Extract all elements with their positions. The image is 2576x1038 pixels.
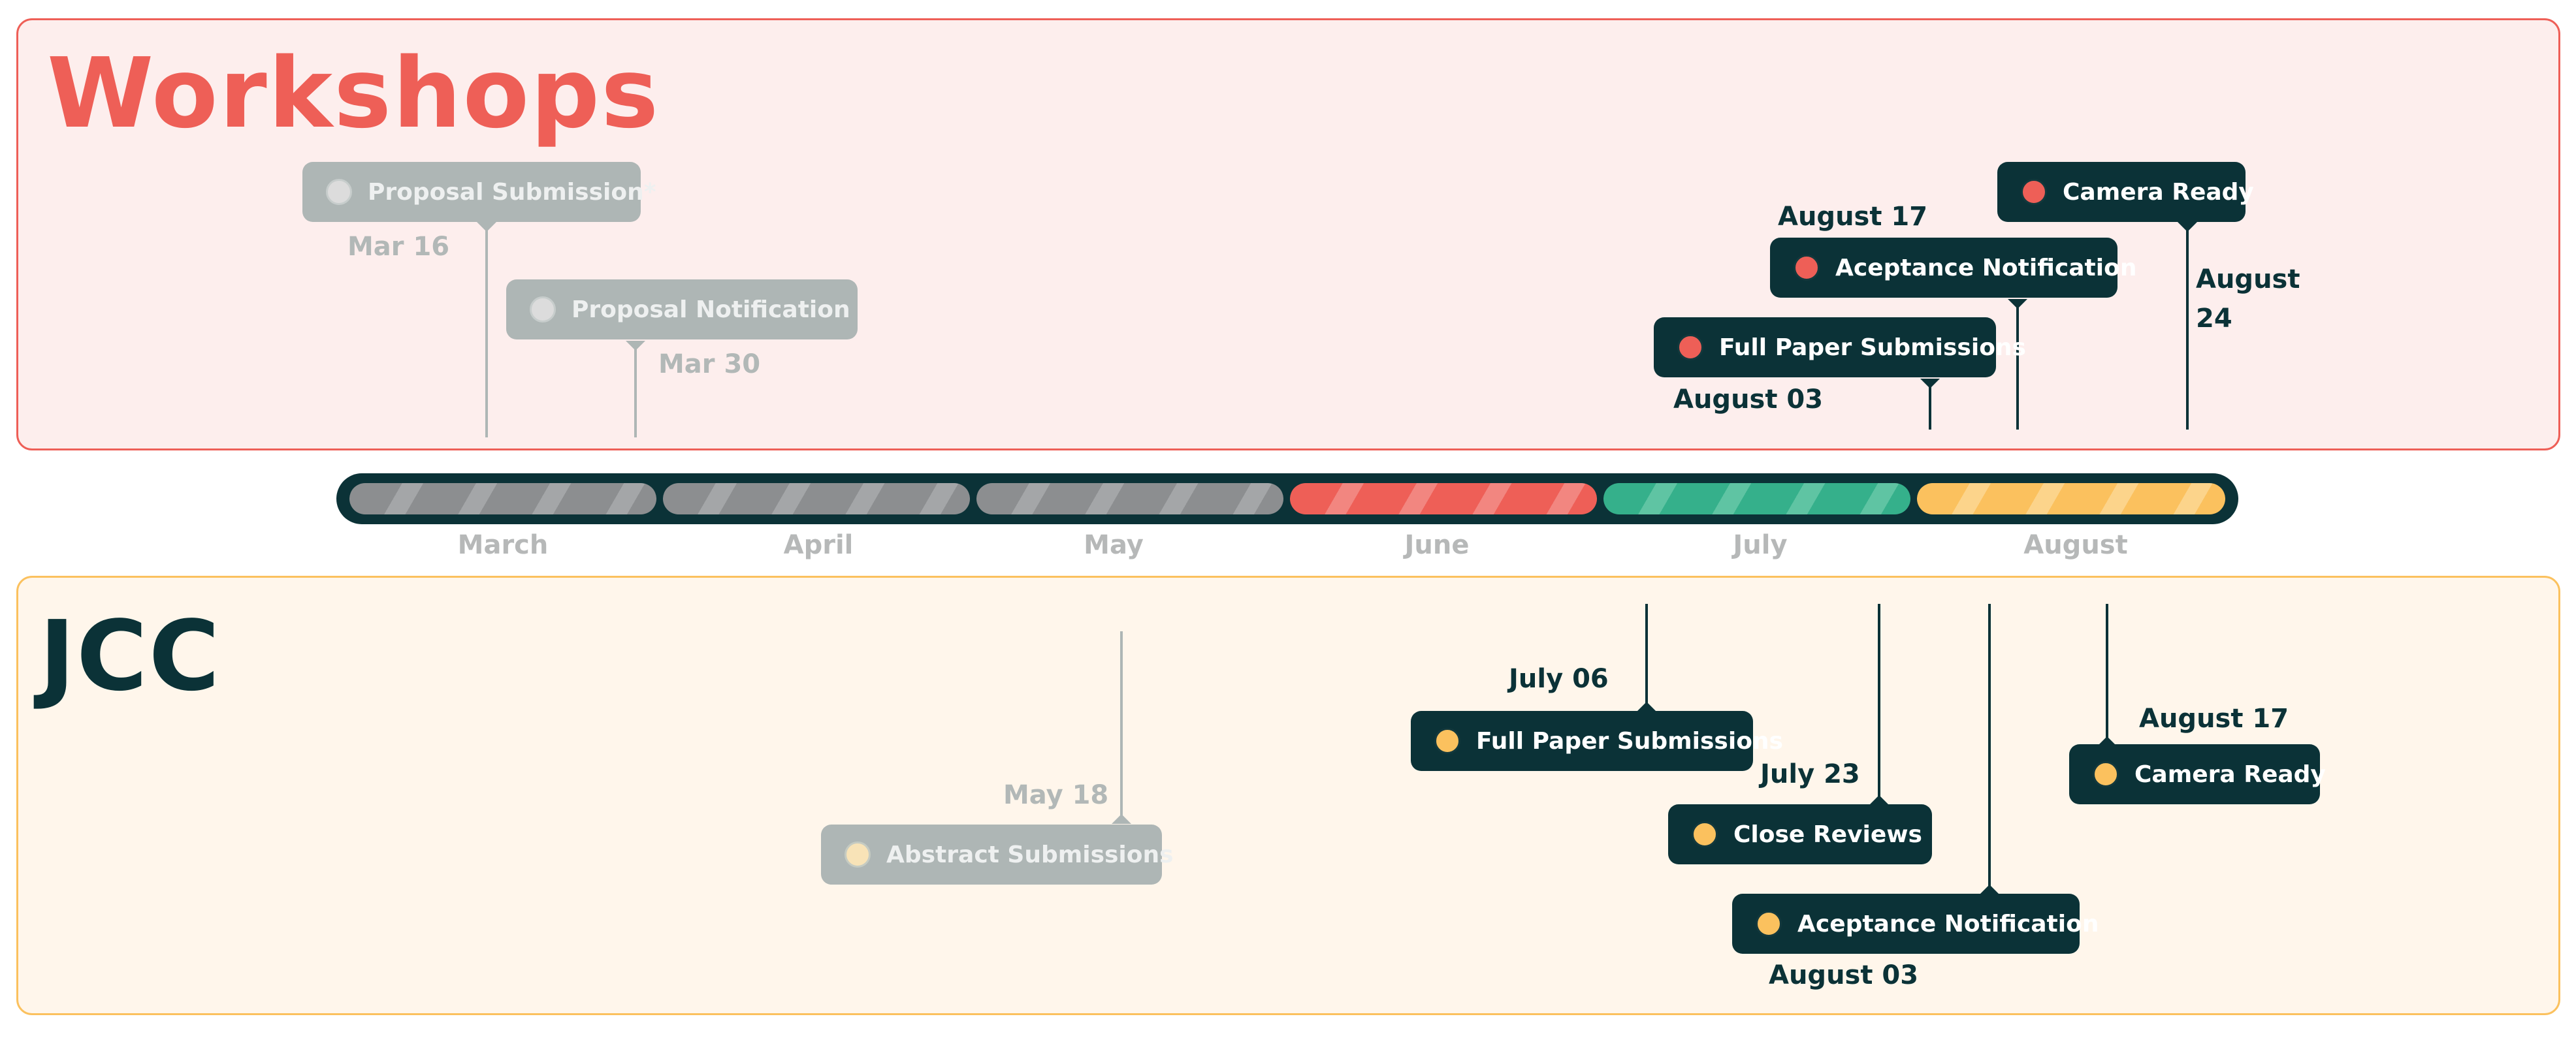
milestone-label: Camera Ready <box>2063 178 2254 206</box>
milestone-jcc-acceptance-notification: Aceptance Notification <box>1732 894 2099 954</box>
milestone-label: Abstract Submissions <box>886 841 1174 868</box>
milestone-label: Aceptance Notification <box>1797 910 2099 937</box>
segment-march <box>349 483 656 514</box>
month-label-april: April <box>783 530 854 560</box>
milestone-label: Proposal Submission* <box>368 178 656 206</box>
milestone-date: August 17 <box>1778 202 1928 232</box>
milestone-acceptance-notification: Aceptance Notification <box>1770 238 2136 298</box>
segment-april <box>663 483 970 514</box>
segment-july <box>1603 483 1910 514</box>
milestone-label: Full Paper Submissions <box>1719 334 2026 361</box>
segment-june <box>1290 483 1597 514</box>
milestone-close-reviews: Close Reviews <box>1668 804 1932 864</box>
milestone-date: August 03 <box>1673 385 1824 415</box>
milestone-dot <box>2021 179 2047 205</box>
milestone-date: Mar 16 <box>347 232 450 262</box>
milestone-dot <box>1692 821 1718 847</box>
month-label-august: August <box>2023 530 2128 560</box>
milestone-dot <box>1794 255 1820 281</box>
milestone-date: August 24 <box>2196 264 2300 334</box>
month-label-march: March <box>457 530 549 560</box>
month-label-june: June <box>1404 530 1470 560</box>
milestone-camera-ready: Camera Ready <box>1997 162 2254 222</box>
segment-august <box>1917 483 2225 514</box>
milestone-label: Proposal Notification <box>572 296 850 323</box>
milestone-date: July 06 <box>1509 664 1609 694</box>
milestone-label: Full Paper Submissions <box>1476 727 1783 755</box>
milestone-dot <box>2093 761 2119 787</box>
milestone-date: August 03 <box>1769 960 1919 990</box>
month-label-may: May <box>1084 530 1144 560</box>
milestone-proposal-notification: Proposal Notification <box>506 279 858 339</box>
milestone-jcc-camera-ready: Camera Ready <box>2069 744 2326 804</box>
milestone-date: Mar 30 <box>658 349 761 379</box>
milestone-dot <box>1756 911 1782 937</box>
milestone-date: August 17 <box>2139 704 2289 734</box>
milestone-label: Aceptance Notification <box>1835 254 2137 281</box>
milestone-date: May 18 <box>1003 780 1109 810</box>
timeline-bar <box>336 473 2238 524</box>
milestone-label: Close Reviews <box>1733 821 1922 848</box>
milestone-dot <box>530 296 556 322</box>
jcc-title: JCC <box>39 600 221 712</box>
segment-may <box>976 483 1283 514</box>
milestone-dot <box>1677 334 1703 360</box>
milestone-date: July 23 <box>1760 759 1860 789</box>
month-label-july: July <box>1733 530 1788 560</box>
milestone-abstract-submissions: Abstract Submissions <box>821 825 1174 885</box>
milestone-jcc-full-paper-submissions: Full Paper Submissions <box>1411 711 1783 771</box>
milestone-proposal-submission: Proposal Submission* <box>302 162 656 222</box>
milestone-dot <box>845 841 871 868</box>
workshops-title: Workshops <box>47 37 660 149</box>
milestone-dot <box>326 179 352 205</box>
milestone-full-paper-submissions: Full Paper Submissions <box>1654 317 2026 377</box>
milestone-label: Camera Ready <box>2134 761 2326 788</box>
milestone-dot <box>1434 728 1460 754</box>
